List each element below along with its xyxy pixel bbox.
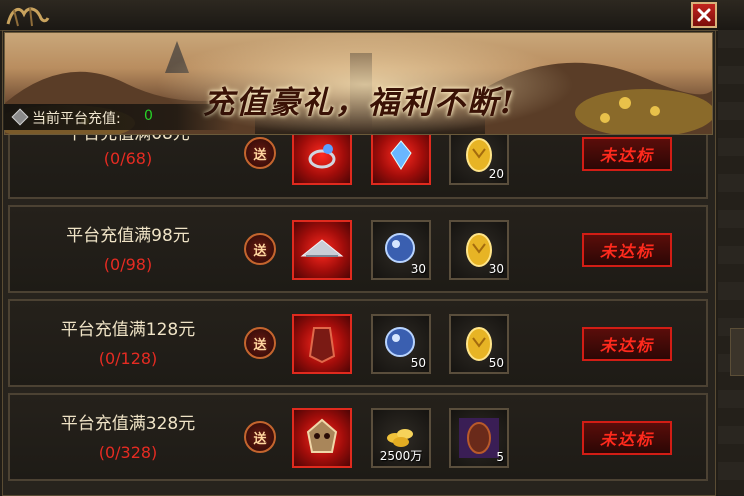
reward-slot[interactable] bbox=[292, 314, 352, 374]
status-button[interactable]: 未达标 bbox=[582, 233, 672, 267]
gift-badge: 送 bbox=[244, 327, 276, 359]
item-quantity: 5 bbox=[496, 450, 504, 464]
reward-row: 平台充值满68元 (0/68) 送 20 未达 bbox=[8, 135, 708, 199]
reward-slot[interactable]: 2500万 bbox=[371, 408, 431, 468]
status-button[interactable]: 未达标 bbox=[582, 137, 672, 171]
item-quantity: 2500万 bbox=[379, 449, 423, 463]
close-icon bbox=[697, 8, 711, 22]
reward-row: 平台充值满328元 (0/328) 送 2500万 5 未达标 bbox=[8, 393, 708, 481]
row-progress: (0/68) bbox=[103, 149, 153, 168]
reward-list[interactable]: 平台充值满68元 (0/68) 送 20 未达 bbox=[8, 135, 708, 496]
item-quantity: 30 bbox=[488, 262, 504, 276]
silver-hat-icon bbox=[300, 239, 344, 257]
reward-slot[interactable] bbox=[292, 408, 352, 468]
status-button[interactable]: 未达标 bbox=[582, 421, 672, 455]
reward-slot[interactable] bbox=[371, 135, 431, 185]
gift-badge: 送 bbox=[244, 421, 276, 453]
row-progress: (0/128) bbox=[98, 349, 158, 368]
gift-badge: 送 bbox=[244, 137, 276, 169]
reward-slot[interactable]: 50 bbox=[371, 314, 431, 374]
reward-slot[interactable]: 30 bbox=[371, 220, 431, 280]
gift-badge: 送 bbox=[244, 233, 276, 265]
reward-slot[interactable]: 50 bbox=[449, 314, 509, 374]
game-logo bbox=[6, 7, 50, 27]
blue-gem-icon bbox=[390, 140, 412, 170]
row-progress: (0/328) bbox=[98, 443, 158, 462]
armor-icon bbox=[308, 327, 336, 364]
row-title: 平台充值满128元 bbox=[60, 320, 196, 340]
reward-slot[interactable] bbox=[292, 135, 352, 185]
row-title: 平台充值满328元 bbox=[60, 414, 196, 434]
row-title: 平台充值满98元 bbox=[66, 226, 190, 246]
diamond-icon bbox=[11, 108, 29, 126]
item-quantity: 50 bbox=[410, 356, 426, 370]
dragon-helmet-icon bbox=[306, 418, 338, 453]
reward-slot[interactable]: 5 bbox=[449, 408, 509, 468]
row-title: 平台充值满68元 bbox=[10, 135, 246, 144]
banner-title: 充值豪礼，福利不断! bbox=[203, 85, 516, 121]
reward-slot[interactable]: 20 bbox=[449, 135, 509, 185]
reward-row: 平台充值满98元 (0/98) 送 30 30 未达标 bbox=[8, 205, 708, 293]
reward-slot[interactable] bbox=[292, 220, 352, 280]
status-button[interactable]: 未达标 bbox=[582, 327, 672, 361]
item-quantity: 30 bbox=[410, 262, 426, 276]
reward-slot[interactable]: 30 bbox=[449, 220, 509, 280]
balance-label: 当前平台充值: bbox=[32, 111, 121, 127]
event-window: 充值豪礼，福利不断! 当前平台充值: 0 平台充值满68元 (0/68) 送 bbox=[0, 0, 744, 496]
balance-bar: 当前平台充值: 0 bbox=[4, 104, 234, 130]
close-button[interactable] bbox=[691, 2, 717, 28]
reward-row: 平台充值满128元 (0/128) 送 50 50 未达标 bbox=[8, 299, 708, 387]
right-border-decoration bbox=[718, 30, 744, 496]
item-quantity: 50 bbox=[488, 356, 504, 370]
row-progress: (0/98) bbox=[103, 255, 153, 274]
balance-value: 0 bbox=[144, 108, 153, 124]
title-bar bbox=[0, 0, 744, 31]
side-tab-handle[interactable] bbox=[730, 328, 744, 376]
item-quantity: 20 bbox=[488, 167, 504, 181]
ring-icon bbox=[308, 144, 336, 169]
